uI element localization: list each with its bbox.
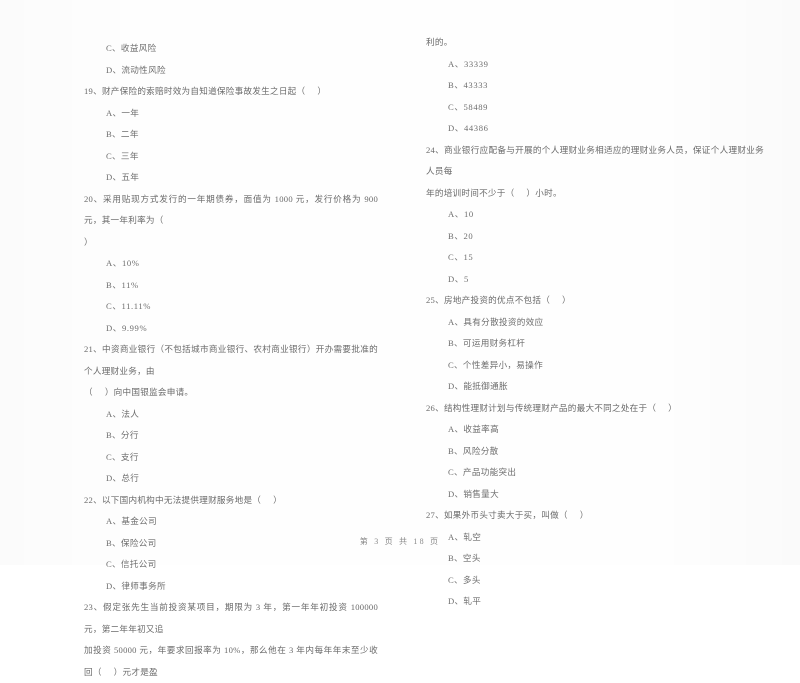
question-stem: 19、财产保险的索赔时效为自知道保险事故发生之日起（ ） <box>84 86 327 96</box>
question-stem: 26、结构性理财计划与传统理财产品的最大不同之处在于（ ） <box>426 402 678 413</box>
option-item: B、分行 <box>106 430 139 440</box>
question-stem: 21、中资商业银行（不包括城市商业银行、农村商业银行）开办需要批准的个人理财业务… <box>84 344 378 376</box>
option-item: B、可运用财务杠杆 <box>448 338 526 348</box>
option-item: D、流动性风险 <box>106 64 166 75</box>
question-25: 25、房地产投资的优点不包括（ ） A、具有分散投资的效应 B、可运用财务杠杆 … <box>426 290 764 398</box>
left-column: C、收益风险 D、流动性风险 19、财产保险的索赔时效为自知道保险事故发生之日起… <box>0 0 400 677</box>
option-item: D、5 <box>448 273 469 284</box>
option-item: D、9.99% <box>106 322 148 333</box>
option-item: D、轧平 <box>448 596 482 606</box>
option-item: D、五年 <box>106 172 140 182</box>
question-stem-continued: （ ）向中国银监会申请。 <box>84 387 194 397</box>
question-24: 24、商业银行应配备与开展的个人理财业务相适应的理财业务人员，保证个人理财业务人… <box>426 140 764 291</box>
option-item: B、43333 <box>448 80 489 90</box>
option-item: A、一年 <box>106 107 140 118</box>
option-item: A、10 <box>448 209 474 219</box>
option-item: A、具有分散投资的效应 <box>448 316 544 327</box>
page-footer: 第 3 页 共 18 页 <box>359 537 441 546</box>
option-item: C、15 <box>448 252 474 262</box>
option-item: C、58489 <box>448 101 489 112</box>
option-item: C、三年 <box>106 150 139 161</box>
question-23: 23、假定张先生当前投资某项目，期限为 3 年，第一年年初投资 100000 元… <box>84 597 378 683</box>
option-item: A、收益率高 <box>448 424 499 434</box>
option-item: C、多头 <box>448 574 481 585</box>
option-item: D、总行 <box>106 473 140 483</box>
question-19: 19、财产保险的索赔时效为自知道保险事故发生之日起（ ） A、一年 B、二年 C… <box>84 81 378 189</box>
option-item: C、产品功能突出 <box>448 467 517 477</box>
option-item: A、基金公司 <box>106 516 157 526</box>
option-item: D、能抵御通胀 <box>448 381 508 391</box>
question-20: 20、采用贴现方式发行的一年期债券，面值为 1000 元，发行价格为 900 元… <box>84 189 378 340</box>
option-item: C、11.11% <box>106 301 151 311</box>
option-item: B、风险分散 <box>448 445 499 456</box>
question-stem: 25、房地产投资的优点不包括（ ） <box>426 295 571 305</box>
option-item: B、11% <box>106 279 139 290</box>
document-page: C、收益风险 D、流动性风险 19、财产保险的索赔时效为自知道保险事故发生之日起… <box>0 0 800 677</box>
question-stem: 22、以下国内机构中无法提供理财服务地是（ ） <box>84 494 282 505</box>
question-21: 21、中资商业银行（不包括城市商业银行、农村商业银行）开办需要批准的个人理财业务… <box>84 339 378 490</box>
question-stem-continued: 年的培训时间不少于（ ）小时。 <box>426 187 562 198</box>
question-stem-continued: 加投资 50000 元，年要求回报率为 10%，那么他在 3 年内每年年末至少收… <box>84 645 378 677</box>
option-item: D、44386 <box>448 123 489 133</box>
question-stem-continued: ） <box>84 236 93 247</box>
question-stem-continued: 利的。 <box>426 37 453 47</box>
option-item: A、法人 <box>106 408 140 419</box>
option-item: B、二年 <box>106 129 139 139</box>
question-27: 27、如果外币头寸卖大于买，叫做（ ） A、轧空 B、空头 C、多头 D、轧平 <box>426 505 764 613</box>
option-item: D、销售量大 <box>448 488 499 499</box>
option-item: D、律师事务所 <box>106 580 166 591</box>
option-item: A、33339 <box>448 58 489 69</box>
option-item: C、个性差异小，易操作 <box>448 359 543 370</box>
question-stem: 27、如果外币头寸卖大于买，叫做（ ） <box>426 510 589 520</box>
option-item: C、收益风险 <box>106 43 157 53</box>
question-stem: 23、假定张先生当前投资某项目，期限为 3 年，第一年年初投资 100000 元… <box>84 602 381 634</box>
right-column: 利的。 A、33339 B、43333 C、58489 D、44386 24、商… <box>400 0 800 606</box>
option-item: A、10% <box>106 258 140 268</box>
question-26: 26、结构性理财计划与传统理财产品的最大不同之处在于（ ） A、收益率高 B、风… <box>426 398 764 506</box>
two-column-body: C、收益风险 D、流动性风险 19、财产保险的索赔时效为自知道保险事故发生之日起… <box>0 0 800 677</box>
option-item: B、20 <box>448 230 474 241</box>
question-stem: 20、采用贴现方式发行的一年期债券，面值为 1000 元，发行价格为 900 元… <box>84 193 381 226</box>
question-stem: 24、商业银行应配备与开展的个人理财业务相适应的理财业务人员，保证个人理财业务人… <box>426 144 764 177</box>
option-item: C、支行 <box>106 451 139 462</box>
option-item: B、空头 <box>448 553 481 563</box>
